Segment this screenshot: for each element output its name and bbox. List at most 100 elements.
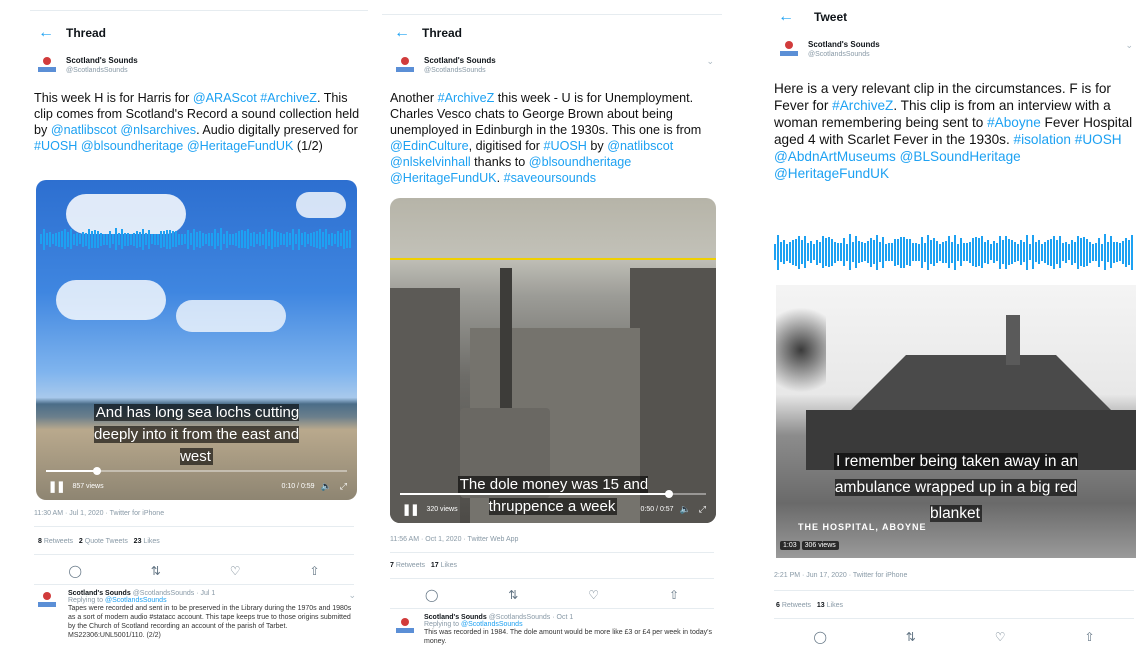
tweet-link[interactable]: @BLSoundHeritage <box>900 149 1021 164</box>
waveform-bar <box>978 238 980 266</box>
waveform-bar <box>100 232 102 246</box>
video-player[interactable]: I remember being taken away in an ambula… <box>776 285 1136 558</box>
tweet-link[interactable]: #ArchiveZ <box>832 98 893 113</box>
volume-icon[interactable]: 🔈 <box>321 481 332 492</box>
waveform-bar <box>259 232 261 246</box>
tweet-link[interactable]: @blsoundheritage <box>81 139 183 153</box>
share-icon[interactable]: ⇧ <box>669 588 679 602</box>
waveform-bar <box>166 229 168 249</box>
waveform-bar <box>1059 236 1061 268</box>
tweet-link[interactable]: @natlibscot <box>607 139 673 153</box>
reply-icon[interactable]: ◯ <box>68 564 81 578</box>
tweet-text-segment: Another <box>390 91 438 105</box>
divider <box>34 554 354 555</box>
tweet-timestamp[interactable]: 2:21 PM · Jun 17, 2020 · Twitter for iPh… <box>774 572 907 579</box>
like-icon[interactable]: ♡ <box>995 630 1006 644</box>
pause-icon[interactable]: ❚❚ <box>48 480 65 493</box>
tweet-link[interactable]: #UOSH <box>1075 132 1122 147</box>
waveform-bar <box>1074 241 1076 263</box>
tweet-link[interactable]: #ArchiveZ <box>438 91 495 105</box>
tweet-author[interactable]: Scotland's Sounds @ScotlandsSounds <box>778 40 880 59</box>
yellow-line <box>390 258 716 260</box>
tweet-link[interactable]: @nlskelvinhall <box>390 155 471 169</box>
tweet-timestamp[interactable]: 11:30 AM · Jul 1, 2020 · Twitter for iPh… <box>34 510 164 517</box>
video-player[interactable]: The dole money was 15 and thruppence a w… <box>390 198 716 523</box>
waveform-bar <box>876 234 878 270</box>
retweet-icon[interactable]: ⇅ <box>508 588 518 602</box>
chevron-down-icon[interactable]: ⌄ <box>706 56 714 67</box>
back-arrow-icon[interactable]: ← <box>778 8 814 26</box>
like-icon[interactable]: ♡ <box>588 588 599 602</box>
tweet-link[interactable]: @blsoundheritage <box>529 155 631 169</box>
tweet-text-segment: , digitised for <box>468 139 544 153</box>
tweet-text-segment: . Audio digitally preserved for <box>196 123 358 137</box>
waveform-bar <box>1026 234 1028 270</box>
volume-icon[interactable]: 🔈 <box>680 504 691 515</box>
waveform-bar <box>1107 242 1109 262</box>
replying-to-link[interactable]: @ScotlandsSounds <box>461 621 523 628</box>
video-badges: 1:03 306 views <box>780 541 839 550</box>
back-arrow-icon[interactable]: ← <box>38 24 66 42</box>
back-arrow-icon[interactable]: ← <box>394 24 422 42</box>
tweet-link[interactable]: #UOSH <box>544 139 587 153</box>
tweet-link[interactable]: @natlibscot <box>51 123 117 137</box>
video-time: 0:10 / 0:59 <box>281 482 315 490</box>
waveform-bar <box>852 242 854 262</box>
tweet-timestamp[interactable]: 11:56 AM · Oct 1, 2020 · Twitter Web App <box>390 536 518 543</box>
reply-tweet[interactable]: Scotland's Sounds @ScotlandsSounds · Oct… <box>394 614 716 646</box>
tweet-text: Here is a very relevant clip in the circ… <box>774 80 1138 182</box>
tweet-link[interactable]: #isolation <box>1014 132 1071 147</box>
reply-author-handle: @ScotlandsSounds · Oct 1 <box>488 614 574 621</box>
tweet-link[interactable]: #saveoursounds <box>504 171 596 185</box>
waveform-bar <box>49 231 51 247</box>
avatar[interactable] <box>394 618 416 636</box>
tweet-link[interactable]: @ARAScot <box>193 91 257 105</box>
waveform-bar <box>301 233 303 245</box>
waveform-bar <box>903 236 905 268</box>
reply-tweet[interactable]: Scotland's Sounds @ScotlandsSounds · Jul… <box>36 590 358 640</box>
tweet-link[interactable]: @HeritageFundUK <box>390 171 497 185</box>
tweet-link[interactable]: #Aboyne <box>987 115 1041 130</box>
tweet-author[interactable]: Scotland's Sounds @ScotlandsSounds <box>394 56 496 75</box>
tweet-link[interactable]: @HeritageFundUK <box>774 166 889 181</box>
tweet-link[interactable]: @AbdnArtMuseums <box>774 149 896 164</box>
tweet-actions: ◯ ⇅ ♡ ⇧ <box>34 564 354 578</box>
pause-icon[interactable]: ❚❚ <box>402 503 419 516</box>
fullscreen-icon[interactable]: ⤢ <box>699 504 706 515</box>
waveform-bar <box>40 234 42 244</box>
replying-to-link[interactable]: @ScotlandsSounds <box>105 597 167 604</box>
avatar[interactable] <box>394 56 416 75</box>
video-player[interactable]: And has long sea lochs cutting deeply in… <box>36 180 357 500</box>
chimney <box>1006 315 1020 365</box>
tweet-text-segment: by <box>586 139 608 153</box>
reply-icon[interactable]: ◯ <box>425 588 438 602</box>
tweet-link[interactable]: @nlsarchives <box>120 123 196 137</box>
waveform-bar <box>253 231 255 247</box>
fullscreen-icon[interactable]: ⤢ <box>340 481 347 492</box>
waveform-bar <box>67 231 69 247</box>
author-name: Scotland's Sounds <box>424 56 496 65</box>
chevron-down-icon[interactable]: ⌄ <box>348 590 356 601</box>
share-icon[interactable]: ⇧ <box>1084 630 1094 644</box>
retweet-icon[interactable]: ⇅ <box>151 564 161 578</box>
avatar[interactable] <box>36 592 58 610</box>
like-icon[interactable]: ♡ <box>230 564 241 578</box>
tweet-link[interactable]: @HeritageFundUK <box>187 139 294 153</box>
tweet-link[interactable]: @EdinCulture <box>390 139 469 153</box>
chevron-down-icon[interactable]: ⌄ <box>1125 40 1133 51</box>
waveform-bar <box>307 234 309 244</box>
tweet-stats: 7 Retweets 17 Likes <box>390 562 457 569</box>
share-icon[interactable]: ⇧ <box>309 564 319 578</box>
author-handle: @ScotlandsSounds <box>424 67 486 74</box>
avatar[interactable] <box>36 56 58 75</box>
retweet-icon[interactable]: ⇅ <box>906 630 916 644</box>
waveform-bar <box>274 231 276 247</box>
reply-icon[interactable]: ◯ <box>813 630 826 644</box>
tweet-link[interactable]: #UOSH <box>34 139 77 153</box>
avatar[interactable] <box>778 40 800 59</box>
tweet-link[interactable]: #ArchiveZ <box>260 91 317 105</box>
view-count: 857 views <box>72 482 104 490</box>
divider <box>390 608 714 609</box>
tweet-author[interactable]: Scotland's Sounds @ScotlandsSounds <box>36 56 138 75</box>
waveform-bar <box>313 231 315 247</box>
